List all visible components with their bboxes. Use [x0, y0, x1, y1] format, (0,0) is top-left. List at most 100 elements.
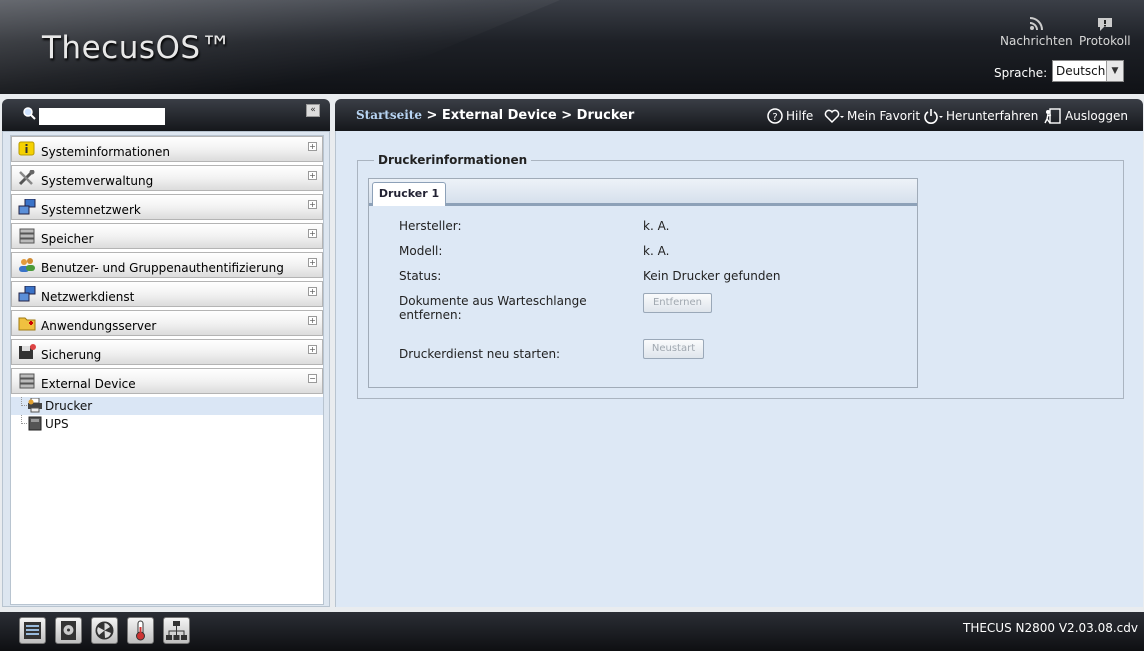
- sidebar-item-systemverwaltung[interactable]: Systemverwaltung +: [11, 165, 323, 191]
- collapse-sidebar-button[interactable]: «: [306, 104, 320, 117]
- section-title: Druckerinformationen: [374, 153, 532, 167]
- log-link[interactable]: Protokoll: [1079, 16, 1131, 48]
- language-label: Sprache:: [994, 66, 1048, 80]
- sidebar: Systeminformationen + Systemverwaltung +…: [2, 131, 330, 607]
- ups-icon: [27, 416, 43, 431]
- expand-icon[interactable]: +: [308, 345, 317, 354]
- sidebar-item-label: External Device: [41, 377, 136, 391]
- sidebar-subitem-label: Drucker: [45, 399, 93, 413]
- expand-icon[interactable]: +: [308, 316, 317, 325]
- logout-icon: [1044, 108, 1061, 124]
- info-icon: [18, 141, 36, 157]
- search-input[interactable]: [39, 108, 165, 125]
- breadcrumb-path: > External Device > Drucker: [421, 108, 635, 123]
- footer: THECUS N2800 V2.03.08.cdv: [0, 612, 1144, 651]
- expand-icon[interactable]: +: [308, 171, 317, 180]
- restart-label: Druckerdienst neu starten:: [399, 347, 561, 361]
- sidebar-subitem-label: UPS: [45, 417, 69, 431]
- fan-status-icon[interactable]: [91, 617, 118, 644]
- help-icon: ?: [767, 108, 783, 124]
- sidebar-item-sicherung[interactable]: Sicherung +: [11, 339, 323, 365]
- storage-icon: [18, 228, 36, 244]
- tab-strip: Drucker 1: [369, 179, 917, 206]
- collapse-icon[interactable]: −: [308, 374, 317, 383]
- model-label: Modell:: [399, 244, 443, 258]
- logout-label: Ausloggen: [1065, 109, 1128, 123]
- status-label: Status:: [399, 269, 442, 283]
- queue-label: Dokumente aus Warteschlange entfernen:: [399, 294, 587, 322]
- sidebar-item-label: Speicher: [41, 232, 94, 246]
- expand-icon[interactable]: +: [308, 200, 317, 209]
- shutdown-label: Herunterfahren: [946, 109, 1039, 123]
- expand-icon[interactable]: +: [308, 229, 317, 238]
- favorite-button[interactable]: Mein Favorit: [824, 108, 920, 124]
- logout-button[interactable]: Ausloggen: [1044, 108, 1128, 124]
- sidebar-item-anwendungsserver[interactable]: Anwendungsserver +: [11, 310, 323, 336]
- sidebar-item-label: Anwendungsserver: [41, 319, 157, 333]
- network-status-icon[interactable]: [163, 617, 190, 644]
- sidebar-menu: Systeminformationen + Systemverwaltung +…: [10, 135, 324, 605]
- sidebar-item-speicher[interactable]: Speicher +: [11, 223, 323, 249]
- header: ThecusOS™ Nachrichten Protokoll Sprache:…: [0, 0, 1144, 94]
- favorite-label: Mein Favorit: [847, 109, 921, 123]
- sidebar-item-label: Benutzer- und Gruppenauthentifizierung: [41, 261, 284, 275]
- users-icon: [18, 257, 36, 273]
- expand-icon[interactable]: +: [308, 142, 317, 151]
- restart-button[interactable]: Neustart: [643, 339, 704, 359]
- network-icon: [18, 198, 36, 215]
- help-button[interactable]: ? Hilfe: [767, 108, 813, 124]
- news-link[interactable]: Nachrichten: [1000, 16, 1073, 48]
- speech-bubble-icon: [1079, 16, 1131, 32]
- sidebar-subitem-ups[interactable]: UPS: [11, 415, 323, 433]
- tab-drucker-1[interactable]: Drucker 1: [372, 182, 446, 206]
- printer-tab-panel: Drucker 1 Hersteller: k. A. Modell: k. A…: [368, 178, 918, 388]
- tools-icon: [18, 169, 36, 186]
- news-label: Nachrichten: [1000, 34, 1073, 48]
- content-header: Startseite > External Device > Drucker ?…: [335, 99, 1143, 131]
- external-device-icon: [18, 373, 36, 389]
- svg-text:?: ?: [772, 112, 777, 123]
- status-value: Kein Drucker gefunden: [643, 269, 781, 283]
- folder-icon: [18, 315, 36, 331]
- language-select[interactable]: Deutsch ▼: [1052, 60, 1124, 82]
- expand-icon[interactable]: +: [308, 287, 317, 296]
- printer-info-fieldset: Druckerinformationen Drucker 1 Herstelle…: [357, 153, 1124, 399]
- log-label: Protokoll: [1079, 34, 1131, 48]
- breadcrumb-home-link[interactable]: Startseite: [356, 108, 422, 122]
- power-icon: [924, 109, 943, 124]
- model-value: k. A.: [643, 244, 670, 258]
- logo: ThecusOS™: [42, 30, 233, 66]
- expand-icon[interactable]: +: [308, 258, 317, 267]
- search-icon: [22, 106, 36, 123]
- sidebar-subitem-drucker[interactable]: Drucker: [11, 397, 323, 415]
- version-label: THECUS N2800 V2.03.08.cdv: [962, 621, 1138, 635]
- sidebar-item-benutzer-gruppen[interactable]: Benutzer- und Gruppenauthentifizierung +: [11, 252, 323, 278]
- chevron-down-icon[interactable]: ▼: [1106, 61, 1123, 81]
- sidebar-item-external-device[interactable]: External Device −: [11, 368, 323, 394]
- sidebar-item-systeminformationen[interactable]: Systeminformationen +: [11, 136, 323, 162]
- sidebar-item-label: Sicherung: [41, 348, 102, 362]
- server-status-icon[interactable]: [19, 617, 46, 644]
- language-value: Deutsch: [1056, 64, 1106, 78]
- sidebar-item-systemnetzwerk[interactable]: Systemnetzwerk +: [11, 194, 323, 220]
- main-content: Druckerinformationen Drucker 1 Herstelle…: [335, 131, 1143, 607]
- rss-icon: [1000, 16, 1073, 32]
- breadcrumb: Startseite > External Device > Drucker: [356, 108, 634, 123]
- heart-icon: [824, 109, 844, 124]
- sidebar-item-label: Systeminformationen: [41, 145, 170, 159]
- printer-icon: [27, 397, 43, 413]
- sidebar-item-label: Systemverwaltung: [41, 174, 154, 188]
- remove-button[interactable]: Entfernen: [643, 293, 712, 313]
- disk-status-icon[interactable]: [55, 617, 82, 644]
- sidebar-item-label: Netzwerkdienst: [41, 290, 135, 304]
- manufacturer-value: k. A.: [643, 219, 670, 233]
- network-service-icon: [18, 285, 36, 302]
- temperature-icon[interactable]: [127, 617, 154, 644]
- manufacturer-label: Hersteller:: [399, 219, 462, 233]
- sidebar-item-label: Systemnetzwerk: [41, 203, 141, 217]
- help-label: Hilfe: [786, 109, 814, 123]
- backup-icon: [18, 344, 36, 360]
- shutdown-button[interactable]: Herunterfahren: [923, 108, 1038, 124]
- sidebar-item-netzwerkdienst[interactable]: Netzwerkdienst +: [11, 281, 323, 307]
- sidebar-header: «: [2, 99, 330, 131]
